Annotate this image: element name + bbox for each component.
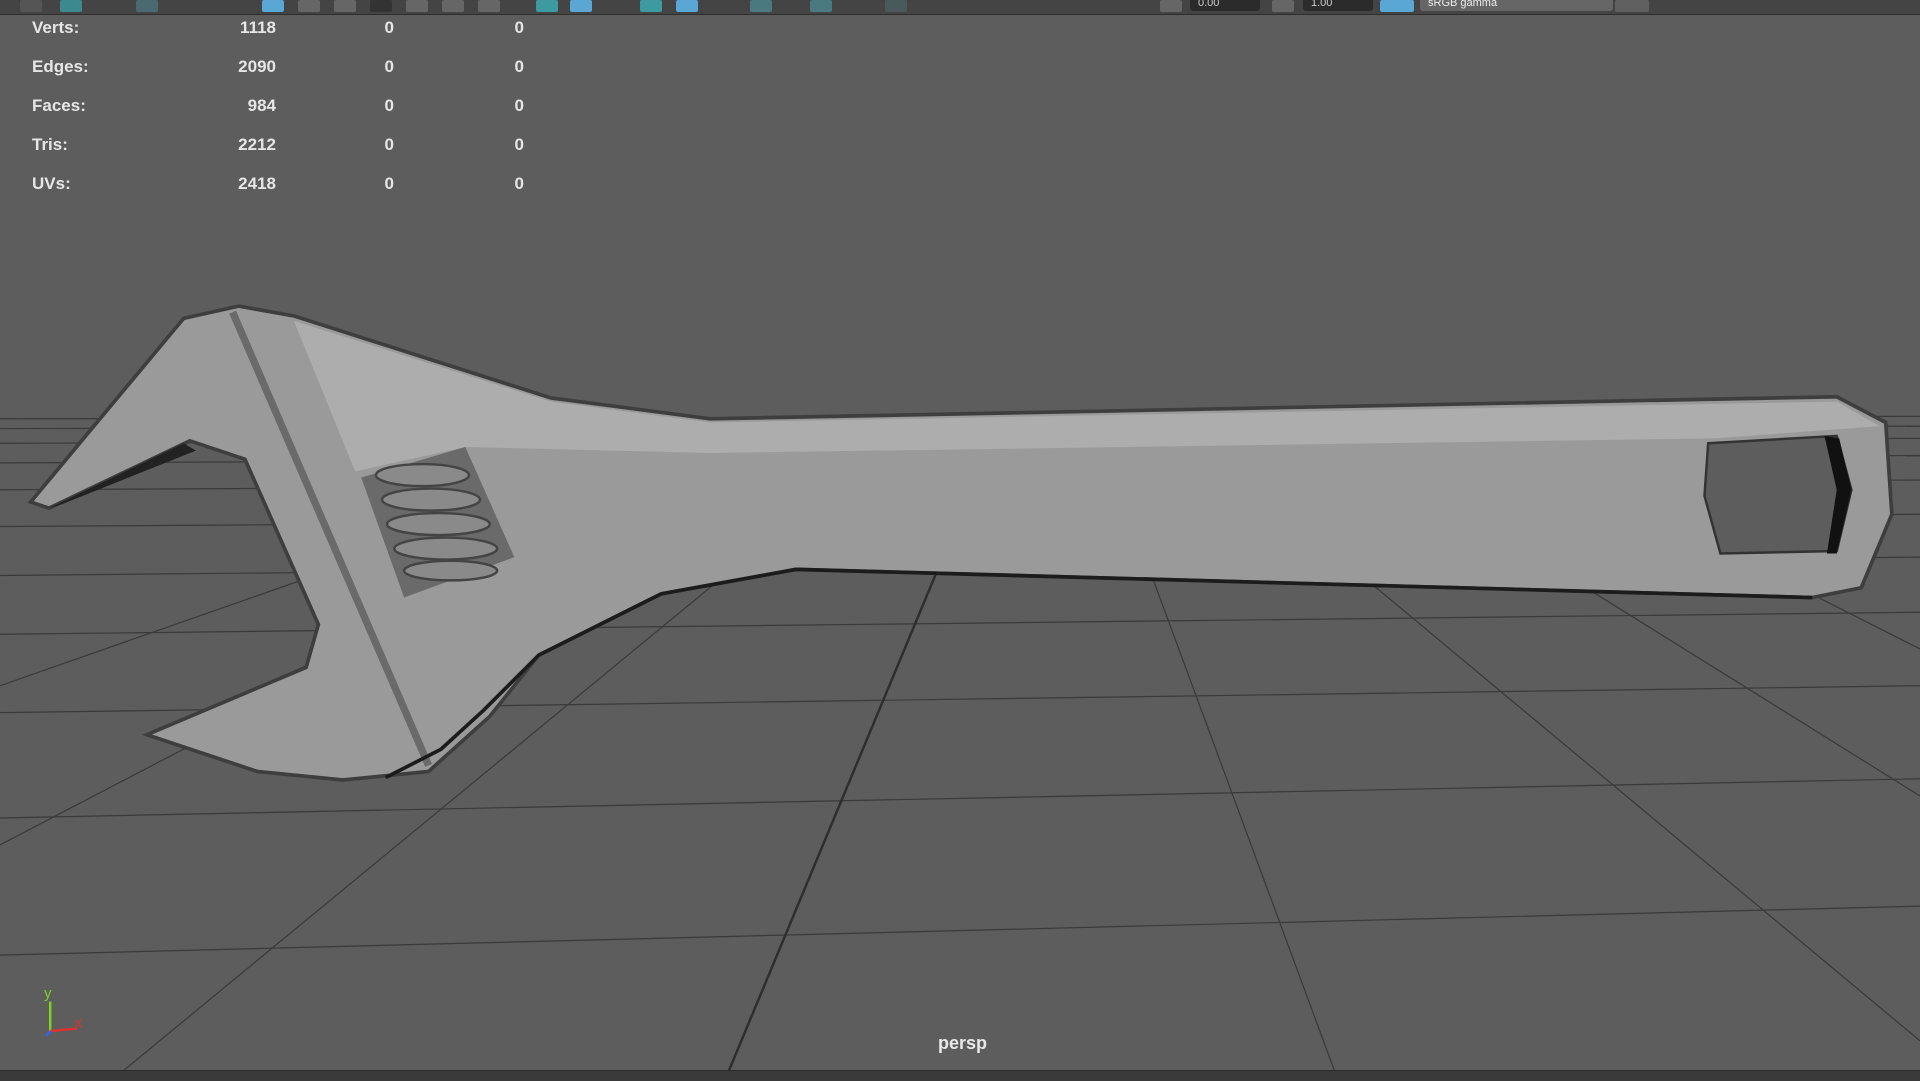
stat-component-value: 0 — [514, 57, 524, 76]
grid-line — [0, 905, 1920, 956]
stat-label: Edges: — [32, 57, 89, 76]
viewport-scene[interactable]: y x — [0, 0, 1920, 1080]
axis-z-line — [45, 1030, 52, 1037]
stat-object-value: 2418 — [238, 174, 276, 193]
axis-gizmo: y x — [44, 986, 83, 1037]
stat-object-value: 2212 — [238, 135, 276, 154]
stat-selected-value: 0 — [384, 174, 394, 193]
axis-x-label: x — [75, 1015, 83, 1031]
stat-object-value: 2090 — [238, 57, 276, 76]
viewport-bottom-border — [0, 1070, 1920, 1081]
stat-label: Tris: — [32, 135, 68, 154]
stat-component-value: 0 — [514, 96, 524, 115]
stat-label: UVs: — [32, 174, 71, 193]
stat-selected-value: 0 — [384, 96, 394, 115]
grid-line — [727, 556, 944, 1072]
axis-x-line — [50, 1027, 78, 1033]
grid-line — [0, 778, 1920, 819]
axis-y-label: y — [44, 986, 52, 1002]
grid-line — [0, 611, 1920, 635]
grid-line — [1346, 562, 1920, 1042]
stat-component-value: 0 — [514, 18, 524, 37]
stat-object-value: 1118 — [240, 18, 276, 37]
wrench-body — [27, 304, 1894, 782]
stat-object-value: 984 — [247, 96, 276, 115]
camera-name-label: persp — [937, 1033, 988, 1053]
stat-component-value: 0 — [514, 174, 524, 193]
stat-label: Verts: — [32, 18, 80, 37]
stat-selected-value: 0 — [384, 18, 394, 37]
stat-selected-value: 0 — [384, 57, 394, 76]
wrench-model — [27, 304, 1894, 782]
grid-line — [1144, 556, 1336, 1072]
stat-label: Faces: — [32, 96, 86, 115]
stat-component-value: 0 — [514, 135, 524, 154]
stat-selected-value: 0 — [384, 135, 394, 154]
